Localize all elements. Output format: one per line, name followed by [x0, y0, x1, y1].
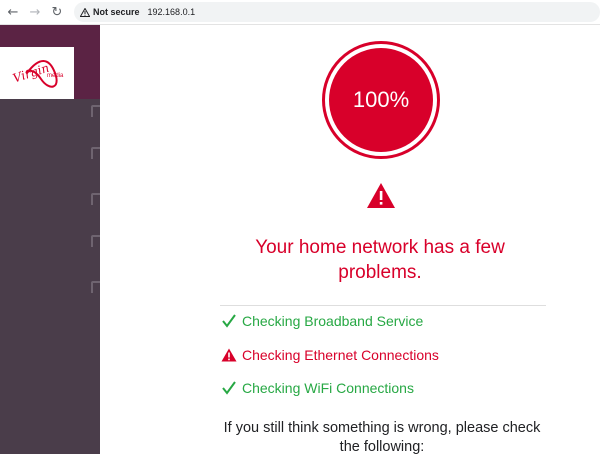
settings-icon[interactable]: [91, 193, 100, 205]
reload-icon[interactable]: ↻: [46, 1, 68, 23]
warning-icon: [220, 346, 238, 364]
checkmark-icon: [220, 379, 238, 397]
check-label: Checking WiFi Connections: [242, 380, 414, 396]
svg-text:media: media: [47, 73, 64, 79]
progress-label: 100%: [329, 48, 433, 152]
warning-icon: [80, 7, 90, 17]
divider: [220, 305, 546, 306]
home-icon[interactable]: [91, 105, 100, 117]
check-item-broadband: Checking Broadband Service: [220, 311, 423, 331]
help-icon[interactable]: [91, 281, 100, 293]
security-chip[interactable]: Not secure: [80, 7, 140, 17]
checkmark-icon: [220, 312, 238, 330]
back-icon[interactable]: ←: [2, 1, 24, 23]
progress-indicator: 100%: [322, 41, 440, 159]
check-label: Checking Broadband Service: [242, 313, 424, 329]
devices-icon[interactable]: [91, 147, 100, 159]
svg-text:Virgin: Virgin: [11, 61, 51, 86]
check-item-ethernet: Checking Ethernet Connections: [220, 345, 439, 365]
address-bar[interactable]: Not secure 192.168.0.1: [74, 2, 600, 22]
check-item-wifi: Checking WiFi Connections: [220, 378, 414, 398]
url-text[interactable]: 192.168.0.1: [148, 7, 196, 17]
security-label: Not secure: [93, 7, 140, 17]
virgin-media-logo[interactable]: Virgin media: [0, 47, 74, 99]
security-icon[interactable]: [91, 235, 100, 247]
warning-icon: [367, 183, 395, 208]
help-text: If you still think something is wrong, p…: [223, 420, 541, 455]
main-content: 100% Your home network has a few problem…: [100, 25, 600, 455]
forward-icon[interactable]: →: [24, 1, 46, 23]
status-headline: Your home network has a few problems.: [255, 237, 505, 283]
check-label: Checking Ethernet Connections: [242, 347, 439, 363]
browser-toolbar: ← → ↻ Not secure 192.168.0.1: [0, 0, 600, 25]
sidebar: Virgin media: [0, 25, 100, 454]
